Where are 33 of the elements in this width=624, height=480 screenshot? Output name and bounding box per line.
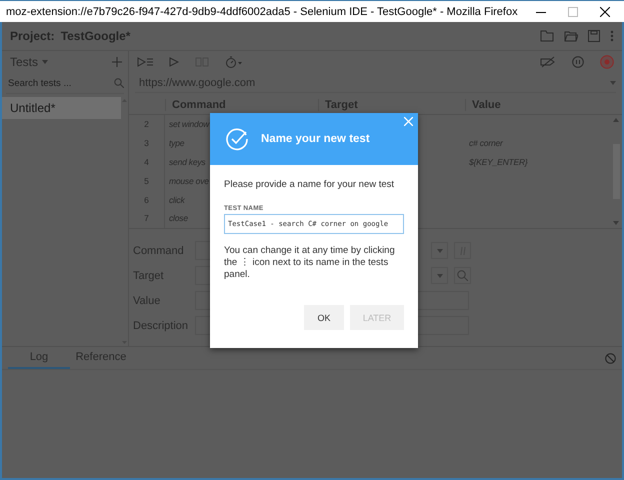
new-folder-icon[interactable] — [540, 30, 554, 42]
search-icon — [457, 270, 468, 281]
caret-icon[interactable] — [42, 60, 48, 64]
test-item[interactable]: Untitled* — [2, 97, 121, 119]
caret-icon — [436, 274, 442, 278]
pause-icon[interactable] — [572, 56, 584, 68]
timer-icon[interactable] — [225, 56, 243, 68]
close-icon[interactable] — [600, 6, 610, 16]
run-all-icon[interactable] — [137, 57, 153, 67]
add-icon[interactable] — [112, 57, 122, 67]
dialog-hint: You can change it at any time by clicking the ⋮ icon next to its name in the tests panel. — [224, 245, 396, 281]
ok-button[interactable]: OK — [304, 305, 344, 330]
scroll-up-icon[interactable] — [613, 118, 619, 122]
dialog-prompt: Please provide a name for your new test — [224, 178, 396, 191]
dropdown-icon[interactable] — [610, 80, 616, 84]
clear-log-icon[interactable] — [605, 352, 616, 364]
disable-breakpoints-icon[interactable] — [540, 56, 556, 68]
more-icon[interactable] — [610, 30, 614, 42]
dialog-title: Name your new test — [261, 133, 370, 145]
save-icon[interactable] — [588, 30, 600, 42]
find-target-button[interactable] — [454, 267, 471, 284]
scroll-down-icon[interactable] — [613, 221, 619, 225]
dropdown-button[interactable] — [431, 242, 448, 259]
open-folder-icon[interactable] — [564, 30, 578, 42]
record-icon[interactable] — [600, 55, 614, 69]
select-target-button[interactable] — [431, 267, 448, 284]
window-title: moz-extension://e7b79c26-f947-427d-9db9-4ddf6002ada5 - Selenium IDE - TestGoogle* - Mozilla Firefox — [6, 6, 519, 18]
search-field[interactable]: Search tests ... — [6, 78, 114, 88]
maximize-icon[interactable] — [568, 6, 578, 16]
check-circle-icon — [225, 127, 249, 151]
search-icon — [114, 78, 124, 88]
play-icon[interactable] — [169, 57, 179, 67]
caret-icon — [436, 248, 442, 252]
